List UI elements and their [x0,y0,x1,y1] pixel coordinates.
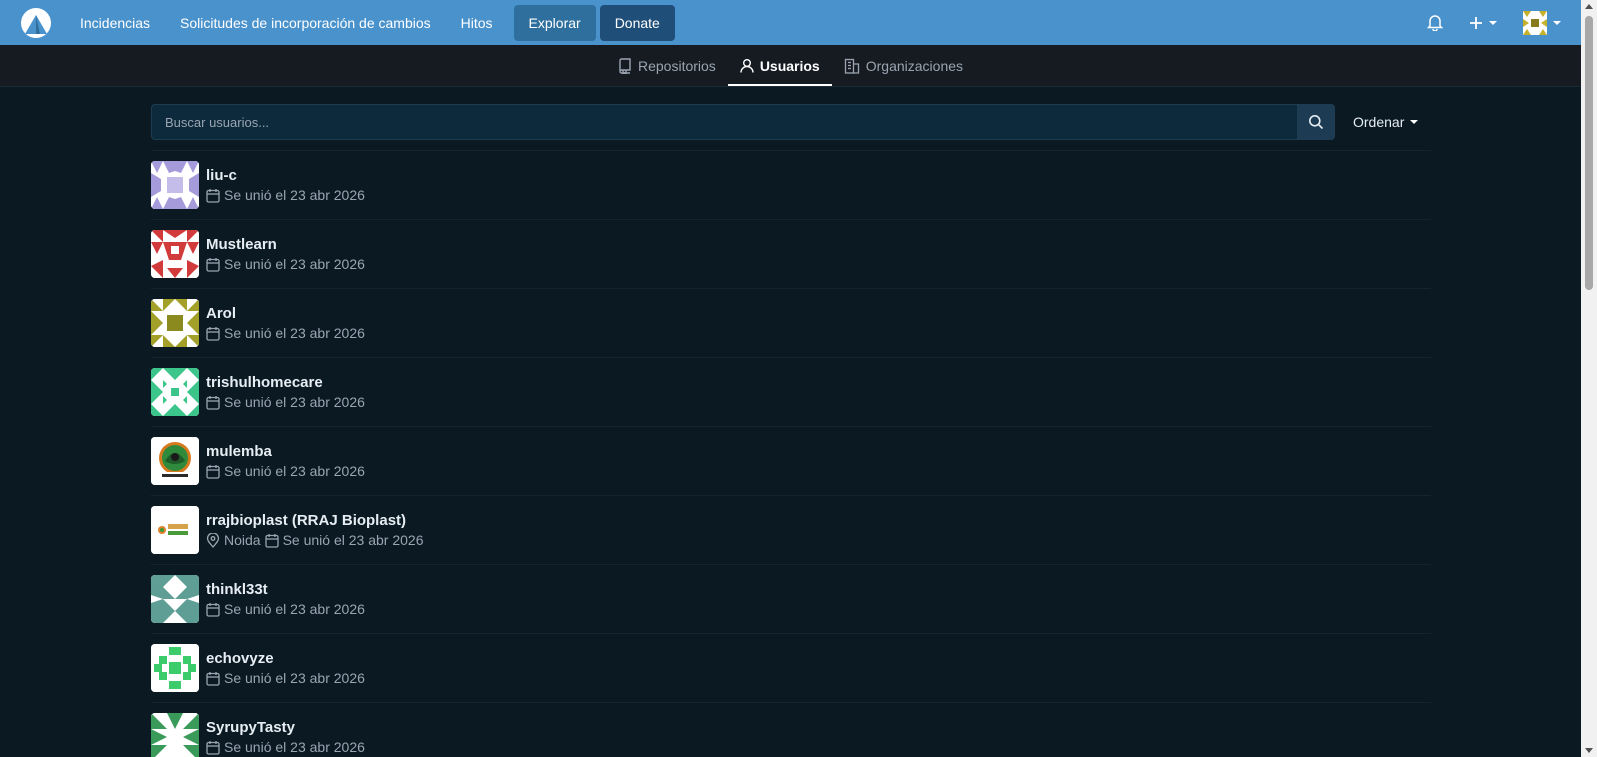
calendar-icon [206,740,220,755]
joined-date: Se unió el 23 abr 2026 [224,463,365,479]
nav-donate-link[interactable]: Donate [599,4,675,41]
calendar-icon [206,671,220,686]
scroll-down-arrow-icon[interactable] [1585,748,1593,753]
list-item: thinkl33t Se unió el 23 abr 2026 [151,565,1431,634]
calendar-icon [206,602,220,617]
joined-date: Se unió el 23 abr 2026 [224,256,365,272]
calendar-icon [206,326,220,341]
calendar-icon [206,464,220,479]
chevron-down-icon [1410,120,1419,124]
search-button[interactable] [1297,104,1335,140]
create-new-menu[interactable] [1469,5,1497,41]
list-item: Arol Se unió el 23 abr 2026 [151,289,1431,358]
avatar[interactable] [151,368,199,416]
tab-users[interactable]: Usuarios [727,45,832,86]
nav-issues-link[interactable]: Incidencias [65,5,165,41]
avatar[interactable] [151,506,199,554]
avatar[interactable] [151,161,199,209]
tab-organizations[interactable]: Organizaciones [832,45,975,86]
avatar[interactable] [151,437,199,485]
sort-label: Ordenar [1353,114,1405,130]
list-item: SyrupyTasty Se unió el 23 abr 2026 [151,703,1431,757]
tab-repositories[interactable]: Repositorios [606,45,728,86]
avatar[interactable] [151,230,199,278]
avatar[interactable] [151,299,199,347]
user-list: liu-c Se unió el 23 abr 2026 Mustlearn S… [151,151,1431,757]
joined-date: Se unió el 23 abr 2026 [224,601,365,617]
user-name-link[interactable]: liu-c [206,167,365,185]
location-text: Noida [224,532,261,548]
notifications-bell-icon[interactable] [1427,5,1443,41]
avatar[interactable] [151,644,199,692]
list-item: rrajbioplast (RRAJ Bioplast) Noida Se un… [151,496,1431,565]
calendar-icon [206,257,220,272]
app-logo-icon[interactable] [19,6,53,40]
user-name-link[interactable]: mulemba [206,443,365,461]
search-input[interactable] [151,104,1297,140]
top-navbar: Incidencias Solicitudes de incorporación… [0,0,1581,45]
joined-date: Se unió el 23 abr 2026 [224,670,365,686]
calendar-icon [264,533,279,548]
calendar-icon [206,188,220,203]
avatar[interactable] [151,575,199,623]
tab-users-label: Usuarios [759,57,820,74]
user-name-link[interactable]: Mustlearn [206,236,365,254]
list-item: echovyze Se unió el 23 abr 2026 [151,634,1431,703]
person-icon [740,59,754,73]
explore-tabs: Repositorios Usuarios Organizaciones [0,45,1581,87]
location-pin-icon [206,532,220,548]
nav-pull-requests-link[interactable]: Solicitudes de incorporación de cambios [165,5,446,41]
chevron-down-icon [1489,20,1497,25]
joined-date: Se unió el 23 abr 2026 [282,532,424,548]
list-item: Mustlearn Se unió el 23 abr 2026 [151,220,1431,289]
tab-organizations-label: Organizaciones [865,57,964,74]
list-item: liu-c Se unió el 23 abr 2026 [151,151,1431,220]
user-name-link[interactable]: thinkl33t [206,581,365,599]
user-location: Noida [206,532,261,548]
scrollbar-thumb[interactable] [1585,16,1593,290]
user-name-link[interactable]: SyrupyTasty [206,719,365,737]
repo-icon [619,57,631,74]
nav-explore-link[interactable]: Explorar [513,4,596,41]
plus-icon [1470,16,1482,29]
organization-icon [844,58,859,74]
avatar[interactable] [151,713,199,757]
joined-date: Se unió el 23 abr 2026 [224,187,365,203]
tab-repositories-label: Repositorios [637,57,716,74]
list-item: mulemba Se unió el 23 abr 2026 [151,427,1431,496]
user-name-link[interactable]: rrajbioplast (RRAJ Bioplast) [206,512,423,530]
sort-dropdown[interactable]: Ordenar [1353,104,1419,140]
user-name-link[interactable]: trishulhomecare [206,374,365,392]
avatar [1523,10,1547,35]
scroll-up-arrow-icon[interactable] [1585,4,1593,9]
joined-date: Se unió el 23 abr 2026 [224,325,365,341]
navbar-right-actions [1427,0,1581,45]
user-search-bar: Ordenar [151,104,1431,140]
joined-date: Se unió el 23 abr 2026 [224,739,365,755]
user-name-link[interactable]: Arol [206,305,365,323]
calendar-icon [206,395,220,410]
page-scrollbar[interactable] [1581,0,1597,757]
search-icon [1309,115,1324,130]
user-menu[interactable] [1523,5,1561,41]
joined-date: Se unió el 23 abr 2026 [224,394,365,410]
user-name-link[interactable]: echovyze [206,650,365,668]
list-item: trishulhomecare Se unió el 23 abr 2026 [151,358,1431,427]
chevron-down-icon [1553,20,1561,25]
nav-milestones-link[interactable]: Hitos [446,5,508,41]
